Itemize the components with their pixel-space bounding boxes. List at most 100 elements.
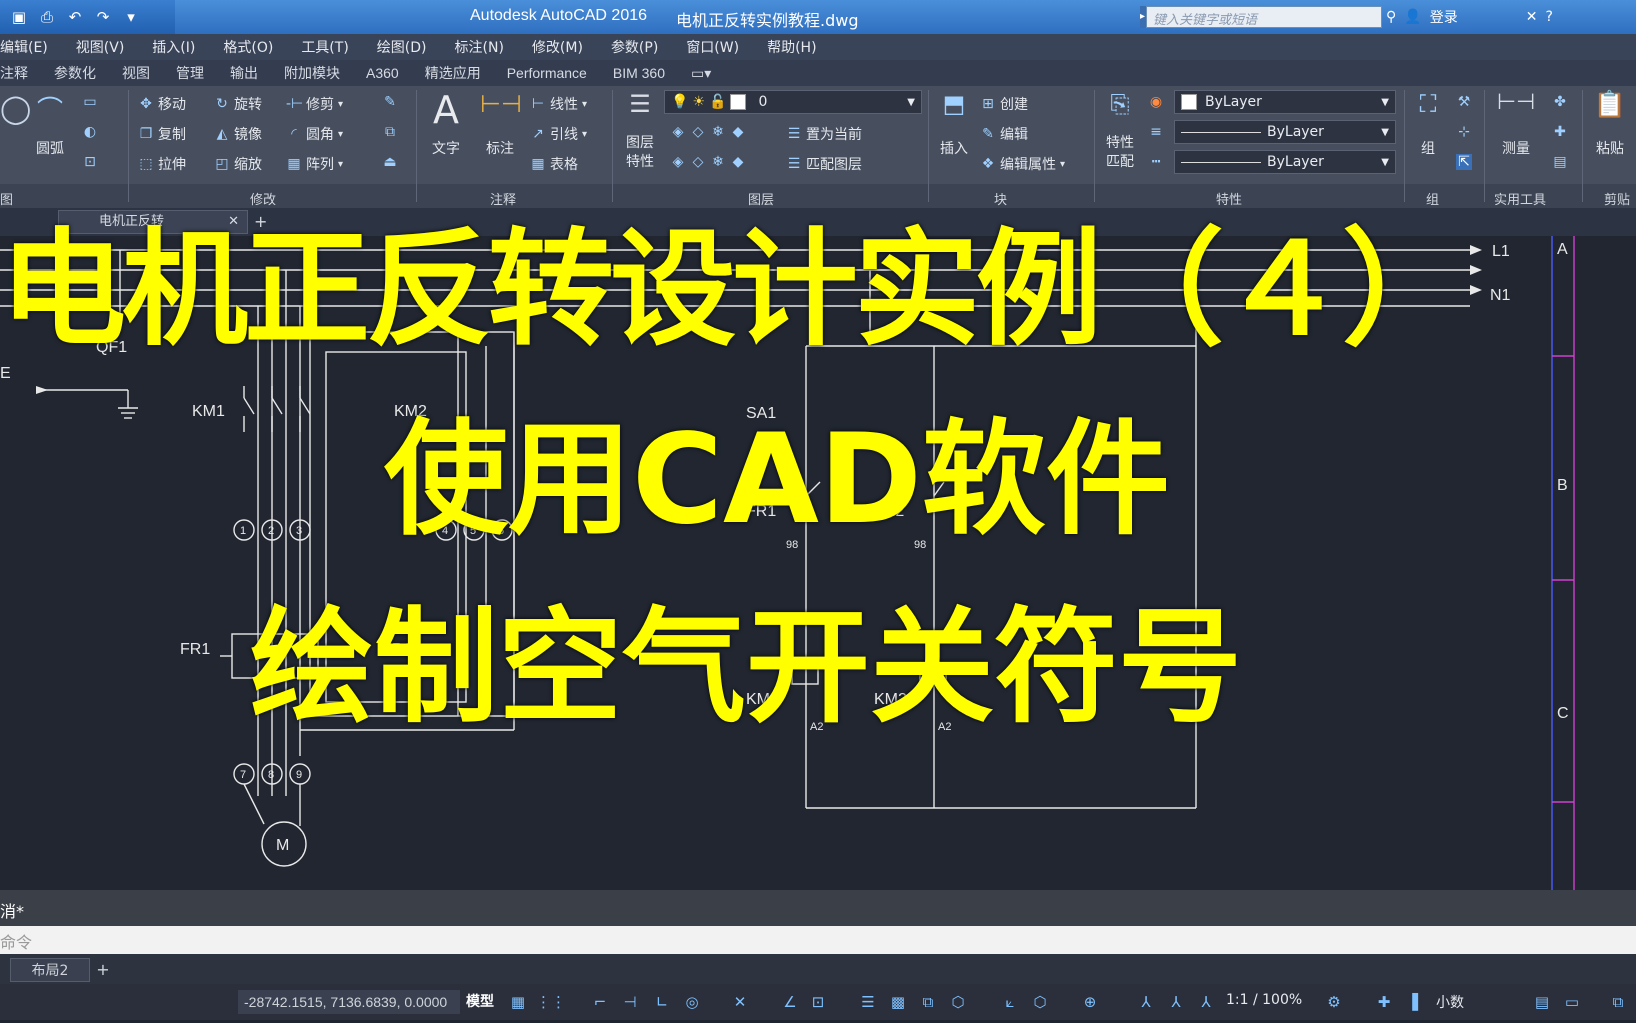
menu-draw[interactable]: 绘图(D) [363,37,441,57]
add-layout-icon[interactable]: + [92,958,114,982]
insert-icon[interactable]: ⬒ [934,90,974,118]
search-input[interactable]: 键入关键字或短语 [1146,6,1382,28]
annotation-scale-readout[interactable]: 1:1 / 100% [1226,992,1302,1008]
hardware-acceleration-icon[interactable]: ▭ [1562,992,1582,1012]
linetype-dropdown[interactable]: ByLayer ▼ [1174,120,1396,144]
model-space-button[interactable]: 模型 [466,990,506,1014]
dimension-icon[interactable]: ⊢⊣ [480,90,522,118]
panel-name-utilities[interactable]: 实用工具 [1494,189,1546,208]
text-icon[interactable]: A [428,88,464,132]
menu-insert[interactable]: 插入(I) [138,37,209,57]
mirror-button[interactable]: ◭ 镜像 [214,124,262,144]
annotation-monitor-icon[interactable]: ✚ [1374,992,1394,1012]
measure-button[interactable]: 测量 [1494,138,1538,158]
match-layer-button[interactable]: ☰ 匹配图层 [786,154,862,174]
set-current-button[interactable]: ☰ 置为当前 [786,124,862,144]
exchange-icon[interactable]: ✕ [1526,9,1538,25]
layer-freeze-tool-icon[interactable]: ❄ [710,124,726,140]
lineweight-icon[interactable]: ≡ [1148,124,1164,140]
match-properties-button[interactable]: 特性 匹配 [1100,134,1140,172]
command-input[interactable]: 命令 [0,926,1636,954]
snap-icon[interactable]: ⋮⋮ [536,992,566,1012]
annotation-visibility-icon[interactable]: ⅄ [1136,992,1156,1012]
lineweight-display-icon[interactable]: ☰ [858,992,878,1012]
layer-properties-icon[interactable]: ☰ [620,90,660,118]
layer-off-icon[interactable]: ◈ [670,124,686,140]
tab-output[interactable]: 输出 [217,63,271,83]
print-icon[interactable]: ⎙ [36,7,58,27]
gizmo-icon[interactable]: ⊕ [1080,992,1100,1012]
group-icon[interactable]: ⛶ [1408,90,1448,118]
erase-icon[interactable]: ✎ [382,94,398,110]
layer-properties-button[interactable]: 图层 特性 [620,134,660,172]
measure-icon[interactable]: ⊢⊣ [1494,90,1538,115]
selection-cycling-icon[interactable]: ⧉ [918,992,938,1012]
menu-window[interactable]: 窗口(W) [672,37,753,57]
circle-icon[interactable]: ◯ [0,92,31,132]
ungroup-icon[interactable]: ⚒ [1456,94,1472,110]
undo-icon[interactable]: ↶ [64,7,86,27]
leader-button[interactable]: ↗ 引线 ▾ [530,124,587,144]
color-dropdown[interactable]: ByLayer ▼ [1174,90,1396,114]
stretch-button[interactable]: ⬚ 拉伸 [138,154,186,174]
create-block-button[interactable]: ⊞ 创建 [980,94,1028,114]
units-dropdown[interactable]: 小数 [1436,992,1464,1012]
move-button[interactable]: ✥ 移动 [138,94,186,114]
hatch-icon[interactable]: ◐ [82,124,98,140]
ortho-icon[interactable]: ∟ [652,992,672,1012]
paste-button[interactable]: 粘贴 [1590,138,1630,158]
menu-edit[interactable]: 编辑(E) [0,37,62,57]
edit-block-button[interactable]: ✎ 编辑 [980,124,1028,144]
redo-icon[interactable]: ↷ [92,7,114,27]
layer-unlock-icon[interactable]: ◆ [730,154,746,170]
copy-button[interactable]: ❐ 复制 [138,124,186,144]
tab-a360[interactable]: A360 [353,65,412,81]
array-button[interactable]: ▦ 阵列 ▾ [286,154,343,174]
layer-thaw-icon[interactable]: ❄ [710,154,726,170]
scale-button[interactable]: ◰ 缩放 [214,154,262,174]
save-icon[interactable]: ▣ [8,7,30,27]
fillet-button[interactable]: ◜ 圆角 ▾ [286,124,343,144]
polar-tracking-icon[interactable]: ◎ [682,992,702,1012]
quick-properties-icon[interactable]: ▤ [1532,992,1552,1012]
layer-isolate-icon[interactable]: ◇ [690,124,706,140]
menu-help[interactable]: 帮助(H) [753,37,830,57]
layer-on-tool-icon[interactable]: ◈ [670,154,686,170]
3d-osnap-icon[interactable]: ⬡ [948,992,968,1012]
auto-scale-icon[interactable]: ⅄ [1166,992,1186,1012]
tab-manage[interactable]: 管理 [163,63,217,83]
isodraft-icon[interactable]: ✕ [730,992,750,1012]
point-icon[interactable]: ✚ [1552,124,1568,140]
quick-select-icon[interactable]: ✤ [1552,94,1568,110]
dimension-button[interactable]: 标注 [480,138,520,158]
linear-button[interactable]: ⊢ 线性 ▾ [530,94,587,114]
menu-view[interactable]: 视图(V) [62,37,139,57]
infer-constraints-icon[interactable]: ⌐ [590,992,610,1012]
insert-button[interactable]: 插入 [934,138,974,158]
menu-modify[interactable]: 修改(M) [518,37,597,57]
workspace-gear-icon[interactable]: ⚙ [1324,992,1344,1012]
tab-parametric[interactable]: 参数化 [41,63,109,83]
menu-format[interactable]: 格式(O) [209,37,287,57]
group-edit-icon[interactable]: ⊹ [1456,124,1472,140]
group-select-icon[interactable]: ⇱ [1456,154,1472,170]
calculator-icon[interactable]: ▤ [1552,154,1568,170]
tab-addins[interactable]: 附加模块 [271,63,353,83]
ribbon-options-icon[interactable]: ▭▾ [678,65,724,82]
arc-button[interactable]: 圆弧 [30,138,70,158]
transparency-icon[interactable]: ▩ [888,992,908,1012]
lineweight-dropdown[interactable]: ByLayer ▼ [1174,150,1396,174]
layer-dropdown[interactable]: 💡 ☀ 🔓 0 ▼ [664,90,922,114]
linetype-icon[interactable]: ┅ [1148,154,1164,170]
menu-dimension[interactable]: 标注(N) [441,37,518,57]
clean-screen-icon[interactable]: ⧉ [1608,992,1628,1012]
menu-tools[interactable]: 工具(T) [287,37,362,57]
explode-icon[interactable]: ⧉ [382,124,398,140]
user-icon[interactable]: 👤 [1404,9,1421,25]
match-properties-icon[interactable]: ⎘ [1100,90,1140,118]
selection-filter-icon[interactable]: ⬡ [1030,992,1050,1012]
binoculars-icon[interactable]: ⚲ [1386,9,1396,25]
tab-performance[interactable]: Performance [494,65,600,81]
object-snap-tracking-icon[interactable]: ∠ [780,992,800,1012]
annotation-scale-icon[interactable]: ⅄ [1196,992,1216,1012]
